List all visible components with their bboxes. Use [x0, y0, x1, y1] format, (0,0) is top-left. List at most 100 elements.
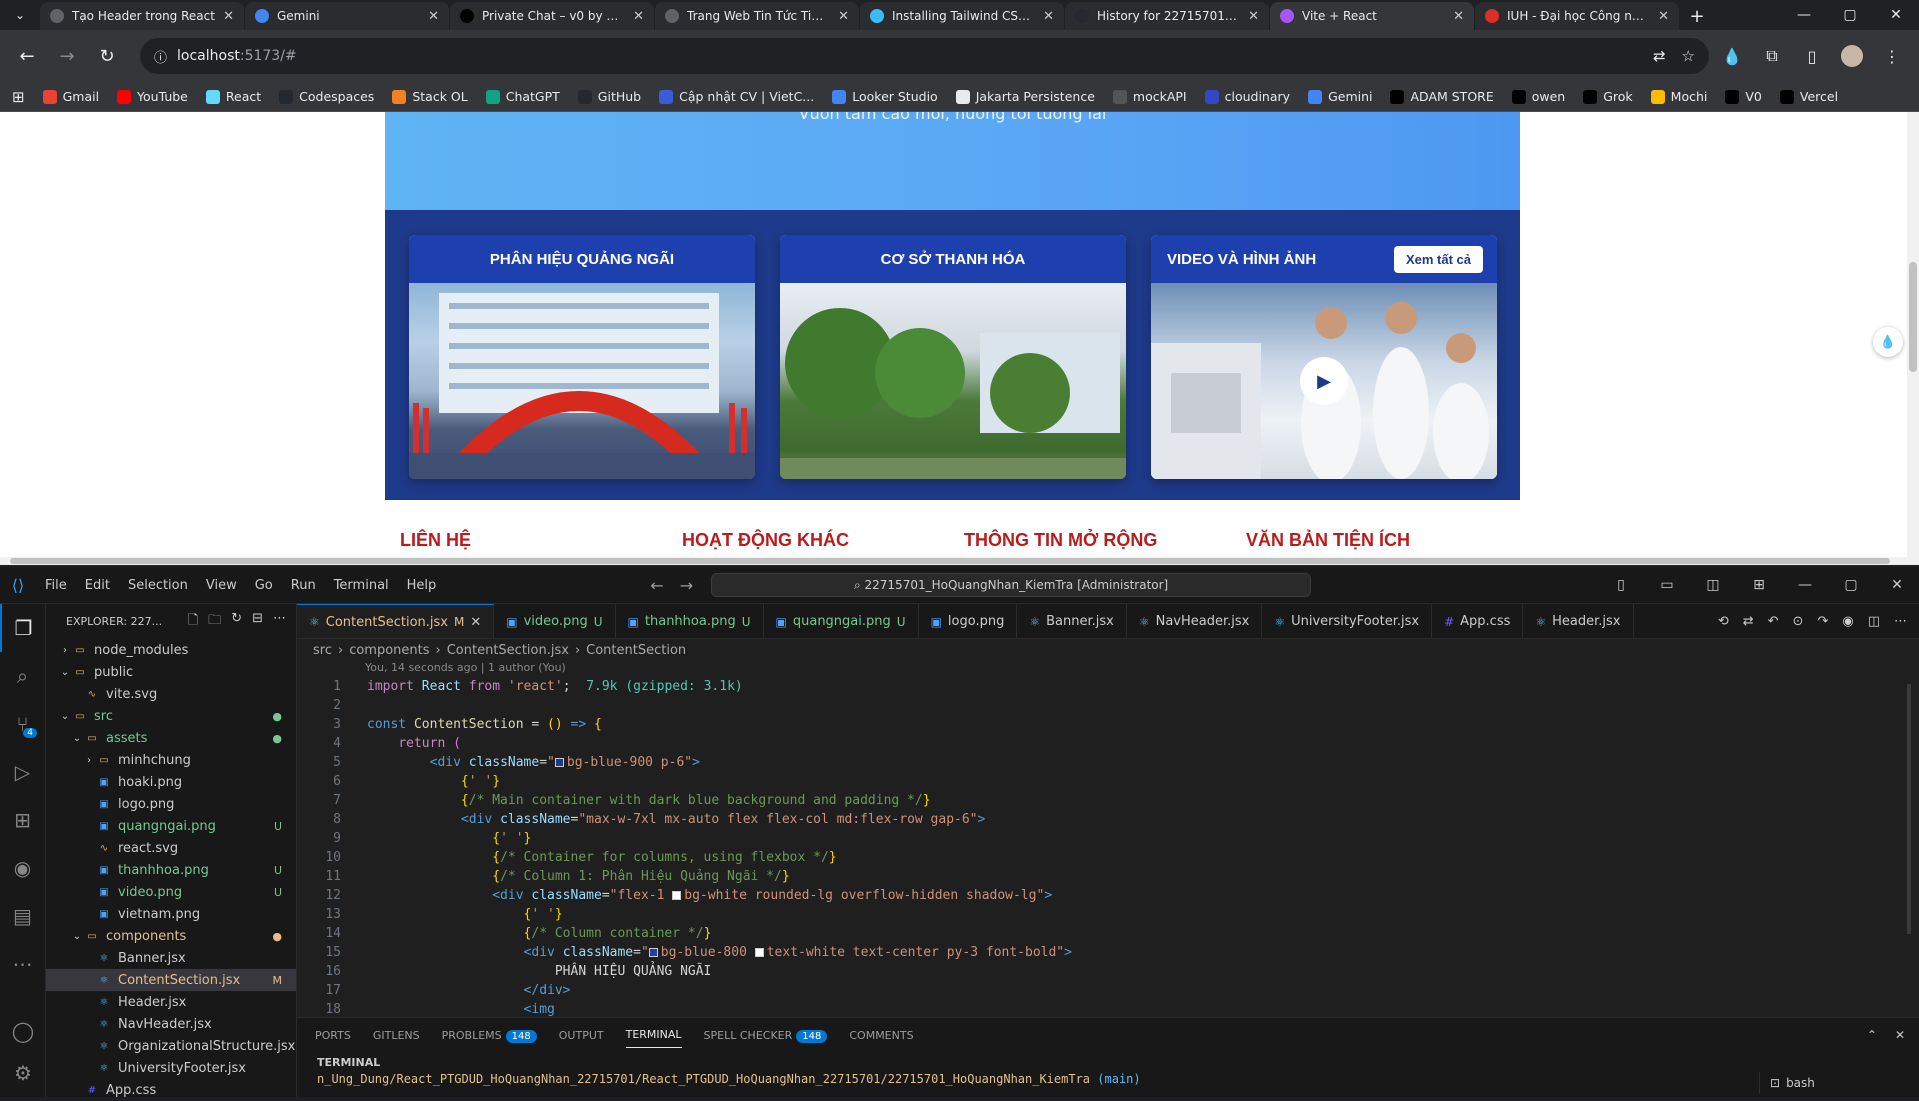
code-editor[interactable]: 1 import React from 'react'; 7.9k (gzippe…: [297, 677, 1919, 1019]
scrollbar-thumb[interactable]: [1909, 262, 1917, 372]
bookmark-item[interactable]: ADAM STORE: [1390, 89, 1494, 104]
close-panel-icon[interactable]: ✕: [1895, 1028, 1905, 1042]
gitlens-icon[interactable]: ◉: [0, 844, 45, 892]
more-actions-icon[interactable]: ⋯: [1894, 614, 1907, 629]
panel-tab[interactable]: OUTPUT: [559, 1029, 604, 1042]
editor-tab[interactable]: ⚛ ContentSection.jsx M ✕: [297, 604, 495, 638]
customize-layout-icon[interactable]: ⊞: [1743, 577, 1775, 593]
page-vertical-scrollbar[interactable]: [1907, 112, 1919, 557]
tree-file[interactable]: # App.css: [46, 1079, 296, 1101]
close-tab-icon[interactable]: ✕: [1043, 9, 1054, 24]
apps-grid-icon[interactable]: ⊞: [12, 88, 25, 106]
panel-tab[interactable]: GITLENS: [373, 1029, 420, 1042]
editor-scrollbar[interactable]: [1907, 684, 1911, 934]
footer-link-contact[interactable]: LIÊN HỆ: [400, 530, 682, 551]
close-tab-icon[interactable]: ✕: [1658, 9, 1669, 24]
browser-tab[interactable]: Installing Tailwind CSS with ✕: [860, 2, 1064, 30]
scrollbar-thumb[interactable]: [10, 558, 1890, 564]
forward-icon[interactable]: →: [50, 39, 84, 73]
bookmark-item[interactable]: V0: [1725, 89, 1762, 104]
breadcrumb-item[interactable]: components: [349, 643, 429, 658]
breadcrumb-item[interactable]: ContentSection: [586, 643, 686, 658]
bookmark-item[interactable]: Gmail: [42, 89, 99, 104]
close-window-icon[interactable]: ✕: [1881, 577, 1913, 593]
new-file-icon[interactable]: 🗋: [188, 611, 198, 633]
new-folder-icon[interactable]: 🗀: [208, 611, 221, 633]
tree-folder[interactable]: ⌄ ▭ assets ●: [46, 727, 296, 749]
footer-link-more-info[interactable]: THÔNG TIN MỞ RỘNG: [964, 530, 1246, 551]
browser-tab[interactable]: History for 22715701_Ho ✕: [1065, 2, 1269, 30]
settings-gear-icon[interactable]: ⚙: [0, 1049, 46, 1097]
close-window-icon[interactable]: ✕: [1873, 0, 1919, 30]
bookmark-item[interactable]: Gemini: [1308, 89, 1372, 104]
tree-folder[interactable]: ⌄ ▭ public: [46, 661, 296, 683]
menu-item[interactable]: Go: [246, 578, 282, 593]
bookmark-item[interactable]: owen: [1511, 89, 1565, 104]
footer-link-documents[interactable]: VĂN BẢN TIỆN ÍCH: [1246, 530, 1528, 551]
panel-tab[interactable]: SPELL CHECKER 148: [704, 1029, 828, 1043]
footer-link-activities[interactable]: HOẠT ĐỘNG KHÁC: [682, 530, 964, 551]
menu-item[interactable]: Help: [398, 578, 446, 593]
editor-tab[interactable]: ⚛ UniversityFooter.jsx: [1262, 604, 1433, 638]
bookmark-item[interactable]: Cập nhật CV | VietC...: [659, 89, 814, 104]
bookmark-item[interactable]: Mochi: [1650, 89, 1707, 104]
bookmark-item[interactable]: Vercel: [1779, 89, 1838, 104]
close-tab-icon[interactable]: ✕: [223, 9, 234, 24]
tree-file[interactable]: ⚛ NavHeader.jsx: [46, 1013, 296, 1035]
gitlens-icon[interactable]: ◉: [1842, 614, 1853, 629]
page-horizontal-scrollbar[interactable]: [0, 557, 1919, 565]
editor-tab[interactable]: ⚛ Banner.jsx: [1017, 604, 1127, 638]
bookmark-item[interactable]: React: [205, 89, 261, 104]
menu-item[interactable]: Edit: [76, 578, 119, 593]
close-tab-icon[interactable]: ✕: [1453, 9, 1464, 24]
bookmark-item[interactable]: Stack OL: [392, 89, 468, 104]
close-tab-icon[interactable]: ✕: [470, 615, 481, 630]
previous-change-icon[interactable]: ↶: [1768, 614, 1779, 629]
menu-item[interactable]: Run: [282, 578, 325, 593]
terminal-instance-bash[interactable]: ⊡ bash: [1759, 1072, 1899, 1094]
sidebar-icon[interactable]: ▯: [1795, 39, 1829, 73]
tree-file[interactable]: ∿ vite.svg: [46, 683, 296, 705]
extensions-puzzle-icon[interactable]: ⧉: [1755, 39, 1789, 73]
tab-search-icon[interactable]: ⌄: [0, 0, 40, 30]
back-icon[interactable]: ←: [10, 39, 44, 73]
bookmark-item[interactable]: mockAPI: [1112, 89, 1187, 104]
close-tab-icon[interactable]: ✕: [1248, 9, 1259, 24]
tree-folder[interactable]: ⌄ ▭ components ●: [46, 925, 296, 947]
bookmark-item[interactable]: ChatGPT: [485, 89, 560, 104]
open-changes-icon[interactable]: ↷: [1817, 614, 1828, 629]
extensions-icon[interactable]: ⊞: [0, 796, 45, 844]
tree-file[interactable]: ▣ logo.png: [46, 793, 296, 815]
maximize-icon[interactable]: ▢: [1835, 577, 1867, 593]
translate-icon[interactable]: ⇄: [1653, 47, 1666, 65]
video-thumbnail[interactable]: ▶: [1151, 283, 1497, 479]
editor-tab[interactable]: ▣ thanhhoa.png U: [615, 604, 764, 638]
breadcrumb-item[interactable]: ContentSection.jsx: [447, 643, 569, 658]
run-debug-icon[interactable]: ▷: [0, 748, 45, 796]
close-tab-icon[interactable]: ✕: [428, 9, 439, 24]
browser-tab[interactable]: Tạo Header trong React ✕: [40, 2, 244, 30]
bookmark-item[interactable]: GitHub: [577, 89, 641, 104]
tree-file[interactable]: ⚛ ContentSection.jsx M: [46, 969, 296, 991]
editor-tab[interactable]: ⚛ Header.jsx: [1523, 604, 1634, 638]
browser-tab[interactable]: Gemini ✕: [245, 2, 449, 30]
tree-file[interactable]: ▣ hoaki.png: [46, 771, 296, 793]
more-icon[interactable]: ⋯: [0, 940, 45, 988]
explorer-icon[interactable]: ❐: [0, 604, 45, 652]
panel-tab[interactable]: COMMENTS: [849, 1029, 913, 1042]
collapse-icon[interactable]: ⊟: [252, 611, 263, 633]
nav-forward-icon[interactable]: →: [680, 576, 693, 595]
bookmark-item[interactable]: cloudinary: [1204, 89, 1290, 104]
tree-file[interactable]: ⚛ Header.jsx: [46, 991, 296, 1013]
bookmark-item[interactable]: Jakarta Persistence: [955, 89, 1095, 104]
menu-item[interactable]: Selection: [119, 578, 197, 593]
close-tab-icon[interactable]: ✕: [633, 9, 644, 24]
account-icon[interactable]: ◯: [0, 1007, 46, 1055]
editor-tab[interactable]: ▣ logo.png: [918, 604, 1018, 638]
toggle-panel-icon[interactable]: ▭: [1651, 577, 1683, 593]
toggle-sidebar-icon[interactable]: ▯: [1605, 577, 1637, 593]
tree-file[interactable]: ▣ quangngai.png U: [46, 815, 296, 837]
tree-file[interactable]: ⚛ OrganizationalStructure.jsx: [46, 1035, 296, 1057]
more-actions-icon[interactable]: ⋯: [273, 611, 286, 633]
search-icon[interactable]: ⌕: [0, 652, 45, 700]
